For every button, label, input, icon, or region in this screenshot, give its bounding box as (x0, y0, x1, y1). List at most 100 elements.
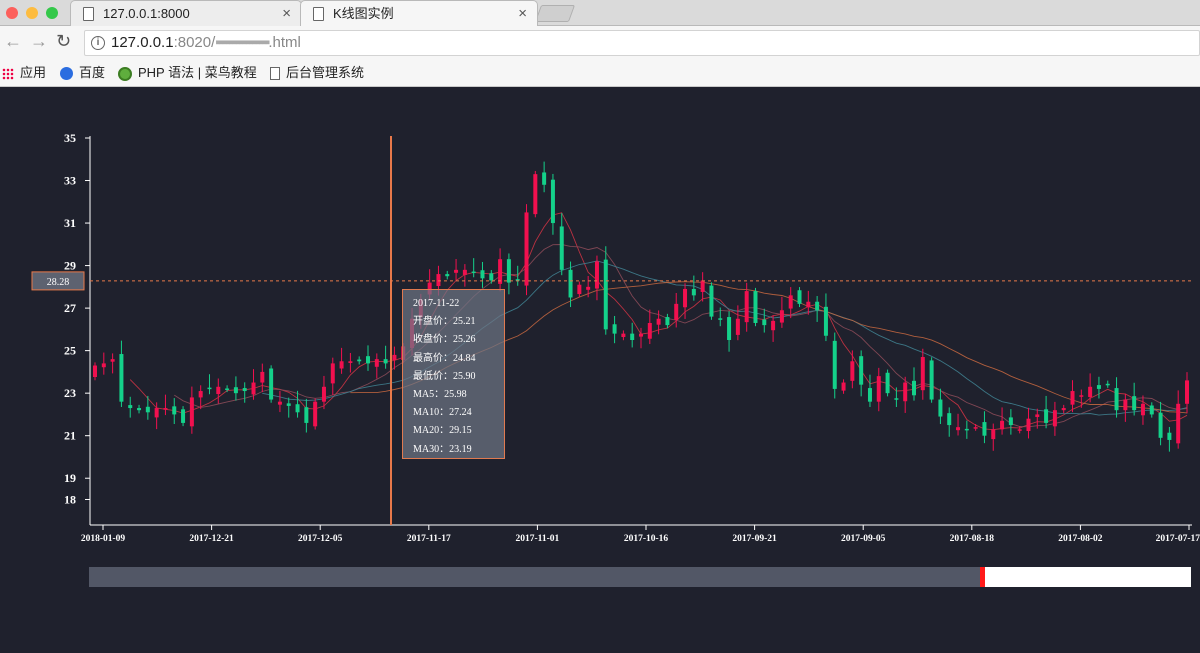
candle-body (832, 340, 837, 389)
candle-body (1052, 410, 1057, 427)
candle-body (735, 318, 740, 335)
candle (885, 369, 890, 397)
crosshair: 28.28 (31, 136, 1192, 525)
tab-localhost-8000[interactable]: 127.0.0.1:8000 × (70, 0, 302, 26)
candle-body (964, 428, 969, 431)
candlestick-chart[interactable]: 35 33 31 29 27 25 23 21 19 18 2018-01-09 2017-12-2… (0, 87, 1200, 653)
candle-body (991, 429, 996, 440)
info-icon[interactable]: i (91, 36, 105, 50)
bookmark-php-runoob[interactable]: PHP 语法 | 菜鸟教程 (118, 64, 257, 82)
bookmark-apps[interactable]: 应用 (2, 64, 46, 82)
bookmark-label: PHP 语法 | 菜鸟教程 (138, 65, 257, 80)
candle-body (973, 427, 978, 429)
x-tick-label: 2017-10-16 (624, 534, 669, 544)
candle-body (718, 318, 723, 320)
candle (260, 363, 265, 393)
candle (181, 406, 186, 427)
candle (850, 350, 855, 389)
candle-body (912, 380, 916, 396)
candle-body (207, 387, 212, 390)
candle (982, 411, 987, 444)
candle (295, 390, 300, 418)
candle-body (815, 301, 820, 311)
candle-body (471, 271, 476, 274)
candle-body (762, 319, 767, 326)
y-tick-label: 27 (64, 301, 76, 315)
candle (1185, 372, 1189, 414)
candle (533, 170, 538, 218)
new-tab-button[interactable] (534, 5, 576, 22)
maximize-window-icon[interactable] (46, 7, 58, 19)
tab-close-icon[interactable]: × (518, 1, 527, 26)
candle-body (656, 318, 661, 325)
bookmark-admin-system[interactable]: 后台管理系统 (270, 64, 364, 82)
candle-body (374, 359, 379, 367)
tooltip-row-ma5: MA5：25.98 (413, 388, 467, 400)
candle-body (1105, 383, 1110, 386)
reload-button[interactable]: ↻ (56, 31, 71, 52)
y-axis: 35 33 31 29 27 25 23 21 19 18 (64, 131, 91, 525)
candle-body (788, 295, 793, 309)
bookmark-baidu[interactable]: 百度 (60, 64, 105, 82)
candle-body (753, 291, 758, 323)
address-bar[interactable]: i 127.0.0.1:8020/▪▪▪▪▪▪▪▪▪▪▪▪▪▪▪▪.html (84, 30, 1200, 56)
candle-body (533, 174, 538, 215)
candle-body (938, 399, 943, 417)
runoob-icon (118, 66, 132, 81)
candle-body (823, 306, 828, 336)
candle-body (929, 360, 934, 400)
candle (753, 287, 758, 327)
candle (876, 367, 881, 412)
candle-body (1176, 403, 1181, 444)
candle-body (462, 269, 467, 275)
candle (348, 352, 353, 373)
candle (630, 322, 635, 348)
candle (189, 386, 194, 434)
candle-body (550, 179, 555, 224)
candle (542, 161, 547, 193)
candle-body (1044, 409, 1049, 423)
candle-body (383, 359, 388, 364)
candle-body (1017, 429, 1022, 431)
candle (912, 367, 916, 401)
candle-body (357, 359, 362, 362)
tab-close-icon[interactable]: × (282, 1, 291, 26)
back-button[interactable]: ← (4, 31, 22, 52)
candle-body (903, 382, 908, 402)
tooltip-date: 2017-11-22 (413, 298, 460, 309)
candle (366, 345, 370, 371)
candle (647, 309, 652, 345)
candle (956, 413, 961, 436)
candle (577, 281, 582, 298)
candle-body (665, 317, 670, 326)
candle (964, 420, 969, 439)
candle-body (1114, 388, 1119, 411)
candle-body (779, 310, 784, 323)
candle-body (700, 280, 705, 292)
x-tick-label: 2017-07-17 (1156, 534, 1200, 544)
candle-body (110, 359, 115, 362)
page-icon (83, 7, 94, 21)
tab-kline-example[interactable]: K线图实例 × (300, 0, 538, 26)
candle-body (867, 388, 872, 402)
zoom-slider-selection[interactable] (89, 567, 980, 587)
candle-body (1140, 403, 1145, 416)
minimize-window-icon[interactable] (26, 7, 38, 19)
candle-body (956, 427, 961, 431)
candle-body (128, 405, 133, 409)
candle (392, 346, 397, 370)
candle (216, 378, 221, 404)
candle-body (568, 269, 573, 298)
candle-body (277, 401, 282, 405)
candle (207, 374, 212, 395)
zoom-slider-handle[interactable] (980, 567, 985, 587)
candle-body (524, 212, 529, 286)
candle (357, 356, 362, 365)
candle-body (119, 354, 124, 402)
candle (621, 330, 626, 341)
close-window-icon[interactable] (6, 7, 18, 19)
forward-button[interactable]: → (30, 31, 48, 52)
url-port-path: :8020/ (173, 34, 216, 51)
x-tick-label: 2017-09-21 (732, 534, 777, 544)
candle (815, 295, 820, 322)
